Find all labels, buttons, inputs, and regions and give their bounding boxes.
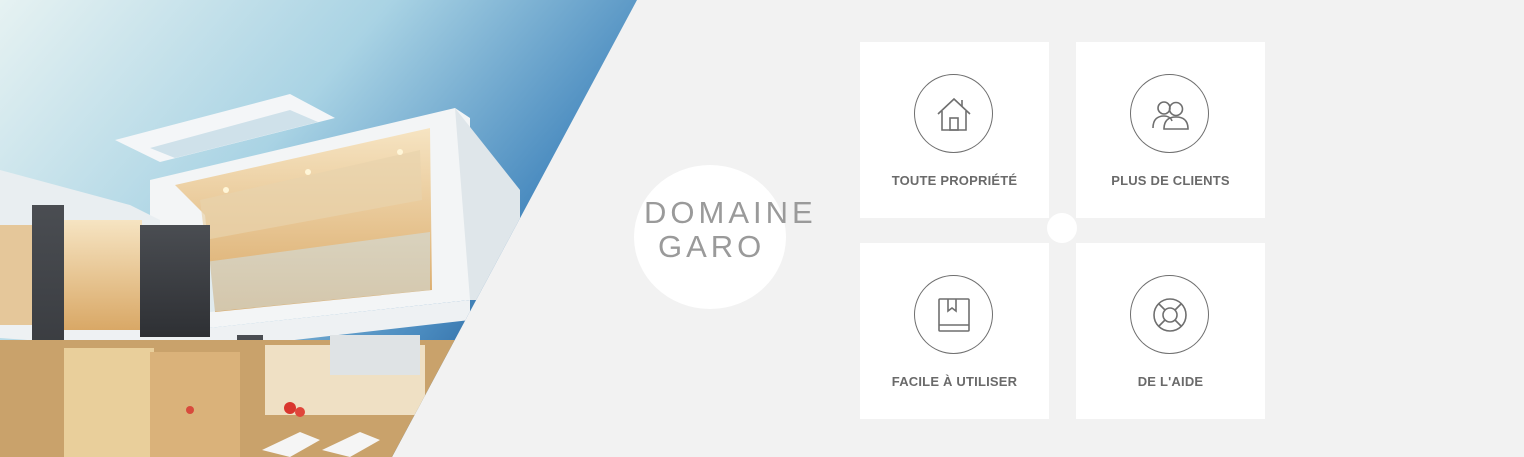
feature-card-easy[interactable]: FACILE À UTILISER (860, 243, 1049, 419)
feature-card-help[interactable]: DE L'AIDE (1076, 243, 1265, 419)
feature-label: TOUTE PROPRIÉTÉ (891, 173, 1018, 188)
feature-card-property[interactable]: TOUTE PROPRIÉTÉ (860, 42, 1049, 218)
brand-line-1: DOMAINE (644, 195, 817, 230)
feature-label: PLUS DE CLIENTS (1111, 173, 1230, 188)
feature-label: FACILE À UTILISER (891, 374, 1018, 389)
feature-label: DE L'AIDE (1137, 374, 1204, 389)
lifebuoy-icon (1130, 275, 1209, 354)
book-icon (914, 275, 993, 354)
brand-title: DOMAINE GARO (644, 196, 844, 264)
center-dot (1047, 213, 1077, 243)
house-icon (914, 74, 993, 153)
users-icon (1130, 74, 1209, 153)
brand-line-2: GARO (658, 229, 766, 264)
feature-card-clients[interactable]: PLUS DE CLIENTS (1076, 42, 1265, 218)
